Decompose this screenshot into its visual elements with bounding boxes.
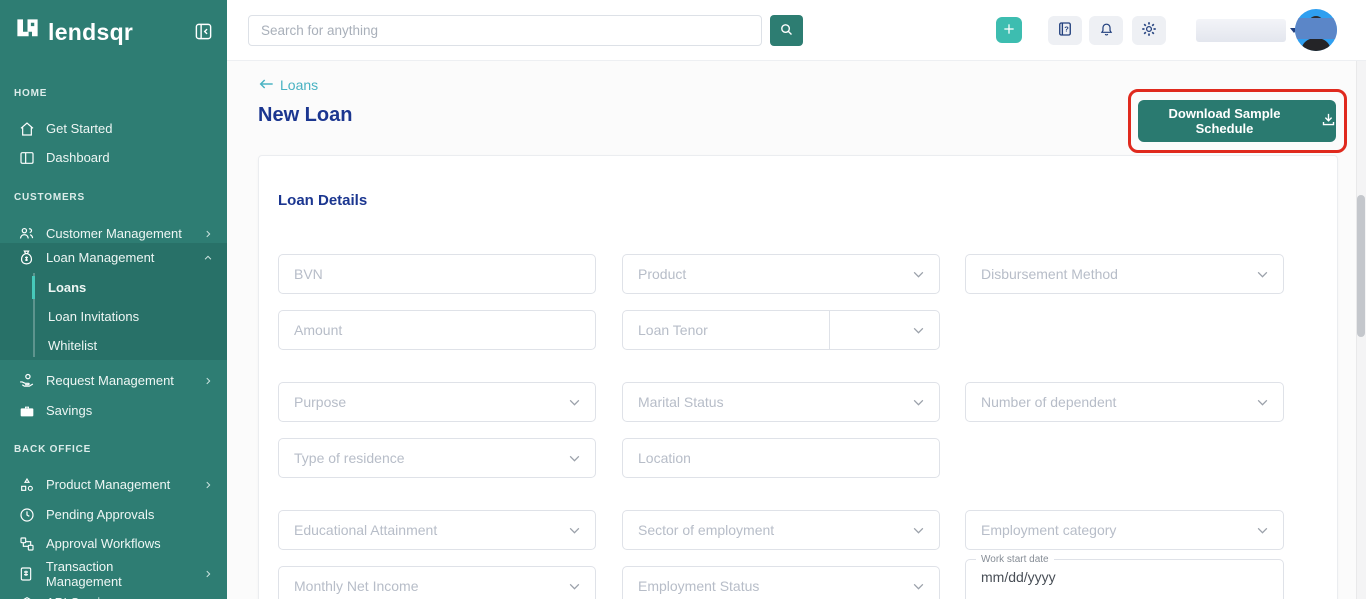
sidebar-item-approval-workflows[interactable]: Approval Workflows bbox=[0, 529, 227, 558]
chevron-down-icon bbox=[1256, 270, 1269, 279]
home-icon bbox=[18, 121, 35, 137]
search-button[interactable] bbox=[770, 15, 803, 46]
chevron-down-icon bbox=[568, 398, 581, 407]
search-icon bbox=[779, 22, 794, 40]
work-start-date-field[interactable]: Work start date bbox=[965, 554, 1284, 599]
employment-category-select[interactable]: Employment category bbox=[965, 510, 1284, 550]
add-button[interactable] bbox=[996, 17, 1022, 43]
type-of-residence-select[interactable]: Type of residence bbox=[278, 438, 596, 478]
chevron-down-icon bbox=[568, 454, 581, 463]
sidebar-item-api-service[interactable]: API Service bbox=[0, 588, 227, 599]
bank-icon bbox=[18, 595, 35, 599]
product-select[interactable]: Product bbox=[622, 254, 940, 294]
help-docs-button[interactable]: ? bbox=[1048, 16, 1082, 45]
sidebar-item-whitelist[interactable]: Whitelist bbox=[0, 331, 227, 360]
sidebar-section-home: HOME bbox=[14, 88, 48, 99]
chevron-down-icon bbox=[912, 270, 925, 279]
sidebar-item-loan-invitations[interactable]: Loan Invitations bbox=[0, 302, 227, 331]
logo-text: lendsqr bbox=[48, 18, 134, 45]
chevron-down-icon bbox=[912, 326, 925, 335]
dashboard-icon bbox=[18, 150, 35, 166]
lendsqr-logo-icon bbox=[14, 16, 41, 48]
sidebar-section-back-office: BACK OFFICE bbox=[14, 444, 92, 455]
sidebar-item-get-started[interactable]: Get Started bbox=[0, 114, 227, 143]
sidebar: lendsqr HOME Get Started Dashboard CUSTO… bbox=[0, 0, 227, 599]
sidebar-item-request-management[interactable]: Request Management bbox=[0, 366, 227, 395]
chevron-right-icon bbox=[203, 480, 213, 490]
search-input[interactable] bbox=[248, 15, 762, 46]
chevron-down-icon bbox=[912, 526, 925, 535]
bell-icon bbox=[1098, 21, 1115, 41]
clock-icon bbox=[18, 507, 35, 523]
sector-of-employment-select[interactable]: Sector of employment bbox=[622, 510, 940, 550]
employment-status-select[interactable]: Employment Status bbox=[622, 566, 940, 599]
sidebar-item-loans[interactable]: Loans bbox=[0, 273, 227, 302]
users-icon bbox=[18, 225, 35, 242]
marital-status-select[interactable]: Marital Status bbox=[622, 382, 940, 422]
sidebar-item-pending-approvals[interactable]: Pending Approvals bbox=[0, 500, 227, 529]
workflow-icon bbox=[18, 536, 35, 552]
briefcase-icon bbox=[18, 403, 35, 419]
sidebar-item-transaction-management[interactable]: Transaction Management bbox=[0, 559, 227, 589]
amount-input[interactable] bbox=[278, 310, 596, 350]
work-start-date-label: Work start date bbox=[981, 554, 1049, 565]
sidebar-item-loan-management[interactable]: Loan Management bbox=[0, 243, 227, 272]
topbar: ? bbox=[227, 0, 1366, 61]
chevron-down-icon bbox=[1256, 526, 1269, 535]
chevron-down-icon bbox=[568, 582, 581, 591]
collapse-sidebar-icon[interactable] bbox=[194, 22, 213, 46]
educational-attainment-select[interactable]: Educational Attainment bbox=[278, 510, 596, 550]
org-shapes-icon bbox=[18, 477, 35, 493]
page-title: New Loan bbox=[258, 104, 353, 126]
plus-icon bbox=[1002, 22, 1016, 39]
gear-icon bbox=[1140, 20, 1158, 41]
hand-coin-icon bbox=[18, 372, 35, 389]
chevron-right-icon bbox=[203, 569, 213, 579]
settings-button[interactable] bbox=[1132, 16, 1166, 45]
breadcrumb[interactable]: Loans bbox=[258, 77, 318, 93]
notifications-button[interactable] bbox=[1089, 16, 1123, 45]
lendsqr-logo[interactable]: lendsqr bbox=[14, 16, 133, 48]
monthly-net-income-select[interactable]: Monthly Net Income bbox=[278, 566, 596, 599]
bvn-input[interactable] bbox=[278, 254, 596, 294]
sidebar-section-customers: CUSTOMERS bbox=[14, 192, 85, 203]
svg-text:?: ? bbox=[1064, 25, 1069, 34]
username-redacted[interactable] bbox=[1196, 19, 1286, 42]
section-title: Loan Details bbox=[278, 192, 368, 209]
loan-tenor-input[interactable] bbox=[622, 310, 830, 350]
scrollbar-track[interactable] bbox=[1356, 61, 1366, 599]
avatar[interactable] bbox=[1295, 9, 1337, 51]
loan-tenor-unit-select[interactable] bbox=[829, 310, 940, 350]
document-transfer-icon bbox=[18, 566, 35, 582]
work-start-date-input[interactable] bbox=[981, 569, 1181, 585]
scrollbar-thumb[interactable] bbox=[1357, 195, 1365, 337]
back-arrow-icon bbox=[258, 77, 274, 93]
sidebar-item-savings[interactable]: Savings bbox=[0, 396, 227, 425]
main-content: Loans New Loan Download Sample Schedule … bbox=[227, 61, 1366, 599]
chevron-up-icon bbox=[203, 253, 213, 263]
chevron-down-icon bbox=[912, 398, 925, 407]
chevron-down-icon bbox=[912, 582, 925, 591]
chevron-down-icon bbox=[1256, 398, 1269, 407]
avatar-redaction bbox=[1295, 18, 1337, 39]
docs-question-icon: ? bbox=[1056, 20, 1074, 41]
breadcrumb-label: Loans bbox=[280, 77, 319, 93]
chevron-down-icon bbox=[568, 526, 581, 535]
money-bag-icon bbox=[18, 249, 35, 266]
sidebar-item-dashboard[interactable]: Dashboard bbox=[0, 143, 227, 172]
disbursement-method-select[interactable]: Disbursement Method bbox=[965, 254, 1284, 294]
download-icon bbox=[1321, 112, 1336, 130]
location-input[interactable] bbox=[622, 438, 940, 478]
loan-details-card: Loan Details Product Disbursement Method… bbox=[258, 155, 1338, 599]
purpose-select[interactable]: Purpose bbox=[278, 382, 596, 422]
download-sample-schedule-button[interactable]: Download Sample Schedule bbox=[1138, 100, 1336, 142]
sidebar-item-product-management[interactable]: Product Management bbox=[0, 470, 227, 499]
chevron-right-icon bbox=[203, 376, 213, 386]
chevron-right-icon bbox=[203, 229, 213, 239]
number-of-dependent-select[interactable]: Number of dependent bbox=[965, 382, 1284, 422]
